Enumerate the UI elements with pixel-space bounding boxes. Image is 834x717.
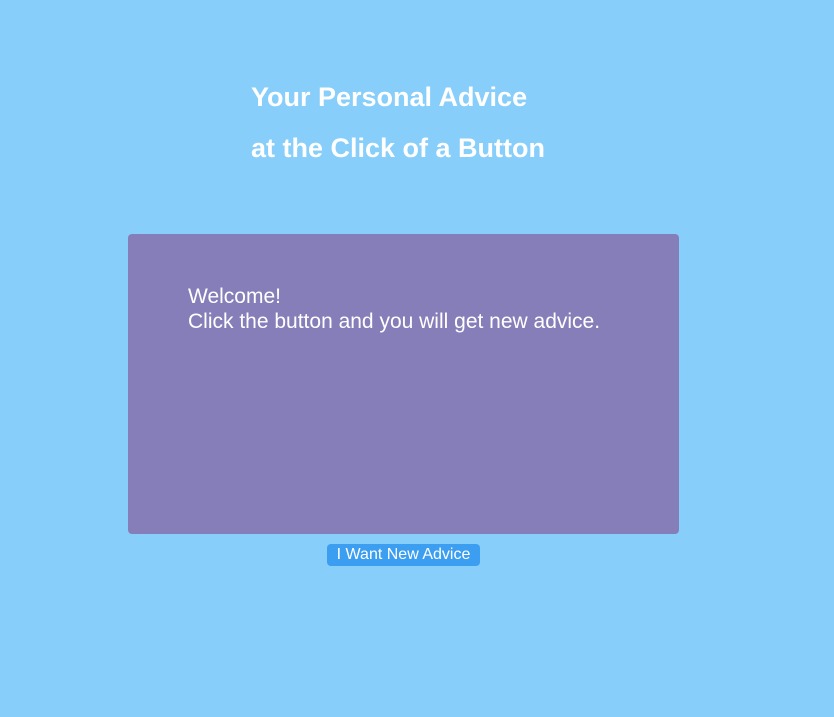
new-advice-button[interactable]: I Want New Advice bbox=[327, 544, 480, 566]
advice-greeting: Welcome! bbox=[188, 285, 281, 308]
page-title: Your Personal Advice at the Click of a B… bbox=[251, 72, 545, 174]
advice-card: Welcome! Click the button and you will g… bbox=[128, 234, 679, 534]
page-title-line-2: at the Click of a Button bbox=[251, 133, 546, 163]
advice-text: Click the button and you will get new ad… bbox=[188, 310, 601, 333]
page-title-line-1: Your Personal Advice bbox=[251, 82, 528, 112]
